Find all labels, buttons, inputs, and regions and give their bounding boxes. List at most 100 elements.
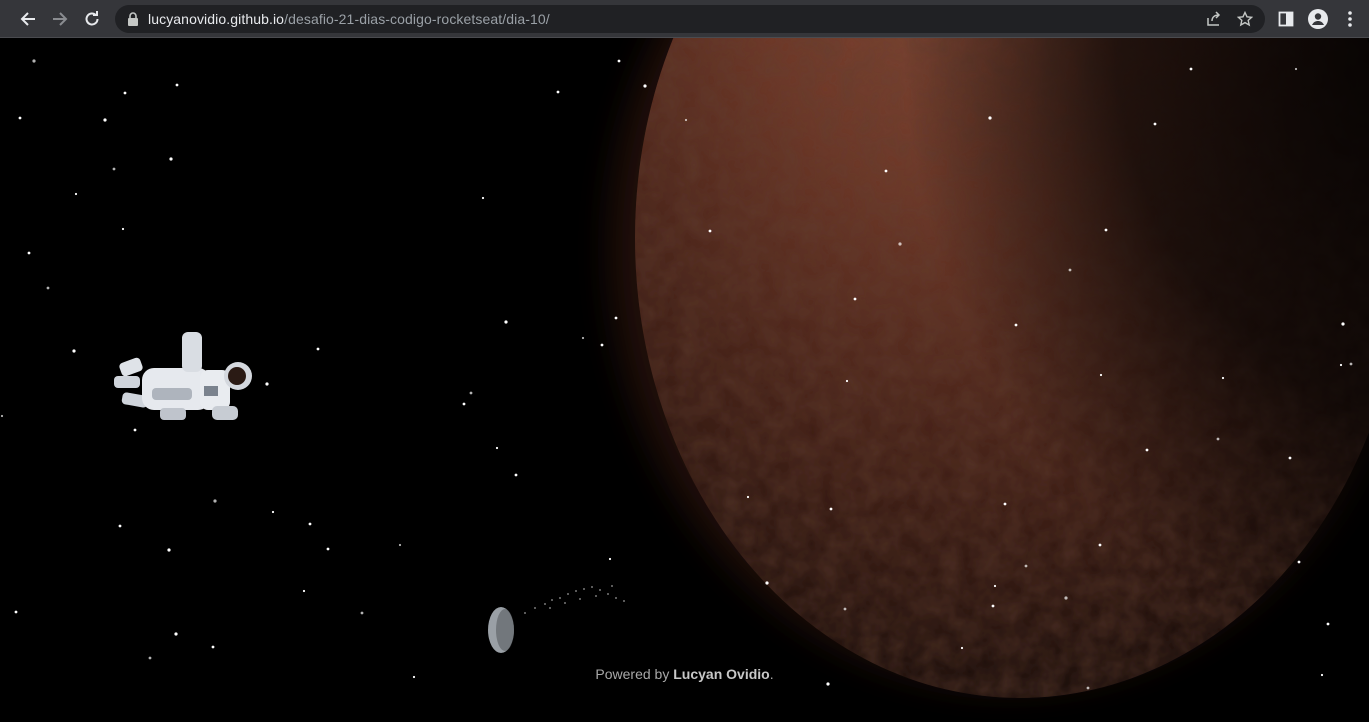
star xyxy=(504,320,508,324)
star xyxy=(326,547,330,551)
lock-icon[interactable] xyxy=(123,9,143,29)
reload-button[interactable] xyxy=(78,5,106,33)
star xyxy=(271,510,275,514)
side-panel-icon xyxy=(1278,11,1294,27)
address-bar[interactable]: lucyanovidio.github.io/desafio-21-dias-c… xyxy=(115,5,1265,33)
star xyxy=(581,336,585,340)
footer-credit: Powered by Lucyan Ovidio. xyxy=(0,666,1369,682)
star xyxy=(600,343,604,347)
star xyxy=(1099,373,1103,377)
star xyxy=(643,84,647,88)
kebab-menu-icon xyxy=(1348,11,1352,27)
space-scene: Powered by Lucyan Ovidio. xyxy=(0,38,1369,722)
browser-toolbar: lucyanovidio.github.io/desafio-21-dias-c… xyxy=(0,0,1369,38)
star xyxy=(1349,362,1353,366)
star xyxy=(829,507,833,511)
star xyxy=(148,656,152,660)
profile-button[interactable] xyxy=(1304,5,1332,33)
star xyxy=(133,428,137,432)
star xyxy=(74,192,78,196)
star xyxy=(32,59,36,63)
star xyxy=(14,610,18,614)
small-moon xyxy=(488,607,514,653)
footer-suffix: . xyxy=(769,666,774,682)
star xyxy=(898,242,902,246)
star xyxy=(960,646,964,650)
star xyxy=(514,473,518,477)
star-icon[interactable] xyxy=(1235,9,1255,29)
reload-icon xyxy=(85,11,99,26)
star xyxy=(213,499,217,503)
star xyxy=(993,584,997,588)
star xyxy=(118,524,122,528)
footer-prefix: Powered by xyxy=(595,666,674,682)
star xyxy=(765,581,769,585)
planet xyxy=(635,38,1369,698)
arrow-left-icon xyxy=(20,12,35,26)
star xyxy=(46,286,50,290)
star xyxy=(398,543,402,547)
star xyxy=(1216,437,1220,441)
star xyxy=(174,632,178,636)
star xyxy=(1098,543,1102,547)
star xyxy=(27,251,31,255)
star xyxy=(481,196,485,200)
star xyxy=(123,91,127,95)
star xyxy=(265,382,269,386)
astronaut xyxy=(114,332,252,420)
star xyxy=(845,379,849,383)
star xyxy=(169,157,173,161)
arrow-right-icon xyxy=(53,12,68,26)
profile-icon xyxy=(1308,9,1328,29)
star xyxy=(614,316,618,320)
star xyxy=(1003,502,1007,506)
star xyxy=(1294,67,1298,71)
star xyxy=(121,227,125,231)
star xyxy=(991,604,995,608)
star xyxy=(1221,376,1225,380)
space-background xyxy=(0,38,1369,698)
star xyxy=(0,414,4,418)
forward-button[interactable] xyxy=(46,5,74,33)
star xyxy=(211,645,215,649)
star xyxy=(360,611,364,615)
star xyxy=(884,169,888,173)
menu-button[interactable] xyxy=(1336,5,1364,33)
star xyxy=(103,118,107,122)
star xyxy=(684,118,688,122)
star xyxy=(556,90,560,94)
star xyxy=(167,548,171,552)
star xyxy=(1339,363,1343,367)
share-icon[interactable] xyxy=(1204,9,1224,29)
star xyxy=(843,607,847,611)
back-button[interactable] xyxy=(14,5,42,33)
side-panel-button[interactable] xyxy=(1272,5,1300,33)
star xyxy=(1014,323,1018,327)
star xyxy=(826,682,830,686)
star xyxy=(112,167,116,171)
star xyxy=(1288,456,1292,460)
star xyxy=(462,402,466,406)
star xyxy=(1086,686,1090,690)
url-host: lucyanovidio.github.io xyxy=(148,11,285,27)
star xyxy=(1297,560,1301,564)
star xyxy=(18,116,22,120)
star xyxy=(617,59,621,63)
footer-author-link[interactable]: Lucyan Ovidio xyxy=(673,666,769,682)
star xyxy=(1341,322,1345,326)
star xyxy=(316,347,320,351)
star xyxy=(1064,596,1068,600)
moon-trail xyxy=(524,585,625,614)
url-path: /desafio-21-dias-codigo-rocketseat/dia-1… xyxy=(284,11,550,27)
star xyxy=(1326,622,1330,626)
star xyxy=(708,229,712,233)
star xyxy=(308,522,312,526)
star xyxy=(1068,268,1072,272)
star xyxy=(746,495,750,499)
star xyxy=(1024,564,1028,568)
star xyxy=(1153,122,1157,126)
url-text[interactable]: lucyanovidio.github.io/desafio-21-dias-c… xyxy=(148,11,550,27)
star xyxy=(853,297,857,301)
star xyxy=(608,557,612,561)
star xyxy=(988,116,992,120)
